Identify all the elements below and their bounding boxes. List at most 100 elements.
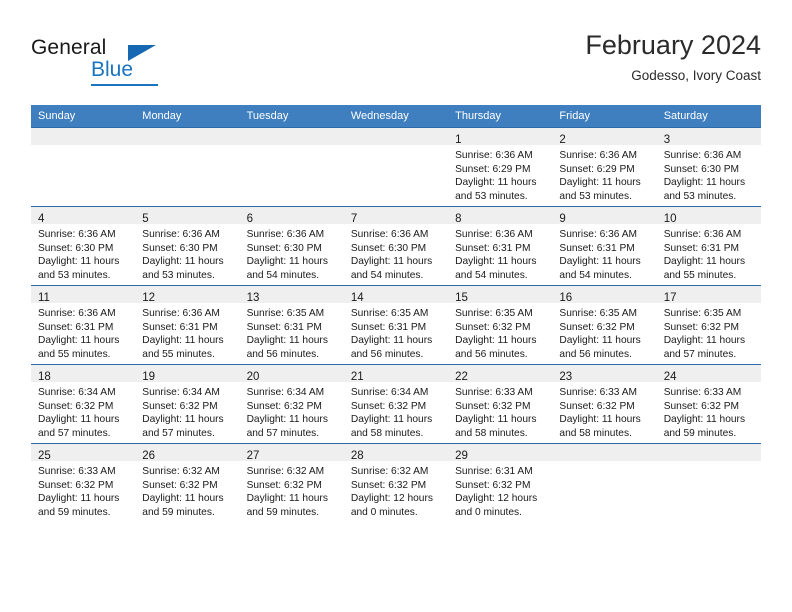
day-detail-line: and 56 minutes. [246, 348, 320, 360]
day-cell-details: Sunrise: 6:35 AM Sunset: 6:31 PM Daylight:… [344, 303, 448, 361]
day-detail-line: Sunrise: 6:36 AM [455, 229, 533, 240]
day-detail-line: Sunset: 6:31 PM [38, 321, 114, 333]
calendar-day-cell[interactable]: 28 Sunrise: 6:32 AM Sunset: 6:32 PM Dayligh… [343, 443, 449, 522]
day-cell-details: Sunrise: 6:36 AM Sunset: 6:30 PM Daylight:… [657, 145, 761, 203]
calendar-day-cell[interactable]: 29 Sunrise: 6:31 AM Sunset: 6:32 PM Dayligh… [448, 443, 553, 522]
day-detail-line: and 53 minutes. [559, 190, 632, 202]
day-number-band: 4 [31, 207, 136, 225]
calendar-day-cell[interactable]: 2 Sunrise: 6:36 AM Sunset: 6:29 PM Daylight… [552, 127, 657, 207]
weekday-header-friday: Friday [552, 105, 657, 128]
calendar-day-cell[interactable]: 6 Sunrise: 6:36 AM Sunset: 6:30 PM Daylight… [239, 206, 344, 286]
calendar-day-cell[interactable]: 18 Sunrise: 6:34 AM Sunset: 6:32 PM Dayligh… [31, 364, 136, 444]
day-number: 10 [663, 213, 677, 225]
day-cell-inner: 22 Sunrise: 6:33 AM Sunset: 6:32 PM Dayligh… [448, 365, 553, 443]
calendar-week-row: 11 Sunrise: 6:36 AM Sunset: 6:31 PM Dayligh… [31, 285, 761, 365]
day-detail-line: Sunset: 6:30 PM [350, 242, 427, 254]
day-detail-line: Sunrise: 6:31 AM [455, 466, 533, 477]
day-detail-line: and 53 minutes. [663, 190, 737, 202]
day-number-band [135, 128, 240, 145]
weekday-header-saturday: Saturday [656, 105, 761, 128]
day-number: 25 [38, 450, 51, 462]
calendar-day-cell[interactable]: 20 Sunrise: 6:34 AM Sunset: 6:32 PM Dayligh… [239, 364, 344, 444]
calendar-day-cell[interactable]: 14 Sunrise: 6:35 AM Sunset: 6:31 PM Dayligh… [343, 285, 449, 365]
calendar-day-cell[interactable]: 27 Sunrise: 6:32 AM Sunset: 6:32 PM Dayligh… [239, 443, 344, 522]
calendar-day-cell[interactable]: 25 Sunrise: 6:33 AM Sunset: 6:32 PM Dayligh… [31, 443, 136, 522]
day-cell-inner: 1 Sunrise: 6:36 AM Sunset: 6:29 PM Daylight… [448, 128, 553, 206]
day-detail-line: Sunrise: 6:36 AM [559, 150, 637, 161]
day-cell-details: Sunrise: 6:33 AM Sunset: 6:32 PM Daylight:… [552, 382, 656, 440]
day-cell-details: Sunrise: 6:36 AM Sunset: 6:30 PM Daylight:… [344, 224, 448, 282]
calendar-day-cell[interactable]: 12 Sunrise: 6:36 AM Sunset: 6:31 PM Dayligh… [135, 285, 240, 365]
calendar-day-cell[interactable]: 23 Sunrise: 6:33 AM Sunset: 6:32 PM Dayligh… [552, 364, 657, 444]
calendar-day-cell[interactable]: 5 Sunrise: 6:36 AM Sunset: 6:30 PM Daylight… [135, 206, 240, 286]
day-cell-details [135, 145, 239, 149]
weekday-header-row: Sunday Monday Tuesday Wednesday Thursday Frid… [31, 105, 761, 128]
day-number-band: 15 [448, 286, 553, 304]
day-number: 24 [663, 371, 677, 383]
calendar-day-cell[interactable]: 13 Sunrise: 6:35 AM Sunset: 6:31 PM Dayligh… [239, 285, 344, 365]
day-detail-line: Sunrise: 6:36 AM [455, 150, 533, 161]
calendar-day-cell[interactable]: 21 Sunrise: 6:34 AM Sunset: 6:32 PM Dayligh… [343, 364, 449, 444]
day-cell-details [552, 461, 656, 465]
generalblue-logo: General Blue [31, 36, 231, 88]
day-cell-details: Sunrise: 6:35 AM Sunset: 6:32 PM Daylight:… [657, 303, 761, 361]
day-detail-line: and 56 minutes. [350, 348, 424, 360]
day-number: 7 [350, 213, 358, 225]
calendar-day-cell[interactable]: 7 Sunrise: 6:36 AM Sunset: 6:30 PM Daylight… [343, 206, 449, 286]
calendar-day-cell[interactable]: 24 Sunrise: 6:33 AM Sunset: 6:32 PM Dayligh… [656, 364, 761, 444]
calendar-day-cell[interactable]: 1 Sunrise: 6:36 AM Sunset: 6:29 PM Daylight… [448, 127, 553, 207]
day-cell-details: Sunrise: 6:32 AM Sunset: 6:32 PM Daylight:… [135, 461, 239, 519]
day-detail-line: Daylight: 12 hours [455, 493, 538, 505]
day-cell-details: Sunrise: 6:35 AM Sunset: 6:32 PM Daylight:… [552, 303, 656, 361]
day-detail-line: and 0 minutes. [350, 506, 418, 518]
day-cell-inner: 15 Sunrise: 6:35 AM Sunset: 6:32 PM Dayligh… [448, 286, 553, 364]
day-detail-line: Daylight: 11 hours [455, 256, 537, 268]
day-number-band: 23 [552, 365, 657, 383]
calendar-day-cell[interactable]: 8 Sunrise: 6:36 AM Sunset: 6:31 PM Daylight… [448, 206, 553, 286]
calendar-day-cell[interactable]: 26 Sunrise: 6:32 AM Sunset: 6:32 PM Dayligh… [135, 443, 240, 522]
day-detail-line: Daylight: 11 hours [559, 177, 641, 189]
day-number: 11 [38, 292, 50, 304]
calendar-day-cell[interactable]: 9 Sunrise: 6:36 AM Sunset: 6:31 PM Daylight… [552, 206, 657, 286]
day-detail-line: Sunset: 6:31 PM [559, 242, 635, 254]
day-detail-line: Sunrise: 6:33 AM [38, 466, 116, 477]
day-detail-line: Daylight: 11 hours [350, 414, 433, 426]
day-detail-line: Sunrise: 6:36 AM [663, 150, 742, 161]
day-number: 23 [559, 371, 573, 383]
day-detail-line: and 58 minutes. [559, 427, 632, 439]
day-detail-line: Sunrise: 6:36 AM [142, 229, 220, 240]
day-detail-line: Daylight: 11 hours [246, 256, 328, 268]
calendar-day-cell-empty [135, 127, 240, 207]
day-cell-inner [239, 128, 344, 206]
day-detail-line: and 55 minutes. [142, 348, 215, 360]
day-number: 15 [455, 292, 468, 304]
calendar-day-cell[interactable]: 19 Sunrise: 6:34 AM Sunset: 6:32 PM Dayligh… [135, 364, 240, 444]
day-cell-details: Sunrise: 6:34 AM Sunset: 6:32 PM Daylight:… [31, 382, 135, 440]
calendar-day-cell[interactable]: 15 Sunrise: 6:35 AM Sunset: 6:32 PM Dayligh… [448, 285, 553, 365]
day-detail-line: Sunset: 6:32 PM [246, 400, 322, 412]
calendar-day-cell[interactable]: 17 Sunrise: 6:35 AM Sunset: 6:32 PM Dayligh… [656, 285, 761, 365]
day-number: 19 [142, 371, 156, 383]
day-detail-line: Sunset: 6:29 PM [559, 163, 635, 175]
day-cell-details: Sunrise: 6:34 AM Sunset: 6:32 PM Daylight:… [135, 382, 239, 440]
day-number: 27 [246, 450, 260, 462]
day-detail-line: Sunset: 6:32 PM [38, 479, 114, 491]
calendar-day-cell[interactable]: 4 Sunrise: 6:36 AM Sunset: 6:30 PM Daylight… [31, 206, 136, 286]
calendar-day-cell[interactable]: 16 Sunrise: 6:35 AM Sunset: 6:32 PM Dayligh… [552, 285, 657, 365]
day-cell-inner: 12 Sunrise: 6:36 AM Sunset: 6:31 PM Dayligh… [135, 286, 240, 364]
day-number-band: 7 [343, 207, 449, 225]
day-cell-inner: 25 Sunrise: 6:33 AM Sunset: 6:32 PM Dayligh… [31, 444, 136, 522]
day-detail-line: and 57 minutes. [663, 348, 737, 360]
day-number-band: 1 [448, 128, 553, 146]
calendar-day-cell[interactable]: 11 Sunrise: 6:36 AM Sunset: 6:31 PM Dayligh… [31, 285, 136, 365]
calendar-day-cell[interactable]: 10 Sunrise: 6:36 AM Sunset: 6:31 PM Dayligh… [656, 206, 761, 286]
day-number: 22 [455, 371, 468, 383]
day-number-band: 26 [135, 444, 240, 462]
day-cell-details: Sunrise: 6:33 AM Sunset: 6:32 PM Daylight:… [31, 461, 135, 519]
day-number: 4 [38, 213, 45, 225]
day-detail-line: Sunrise: 6:33 AM [559, 387, 637, 398]
day-cell-inner: 27 Sunrise: 6:32 AM Sunset: 6:32 PM Dayligh… [239, 444, 344, 522]
page-header: General Blue February 2024 Godesso, Ivor… [31, 28, 761, 94]
calendar-day-cell[interactable]: 3 Sunrise: 6:36 AM Sunset: 6:30 PM Daylight… [656, 127, 761, 207]
calendar-day-cell[interactable]: 22 Sunrise: 6:33 AM Sunset: 6:32 PM Dayligh… [448, 364, 553, 444]
